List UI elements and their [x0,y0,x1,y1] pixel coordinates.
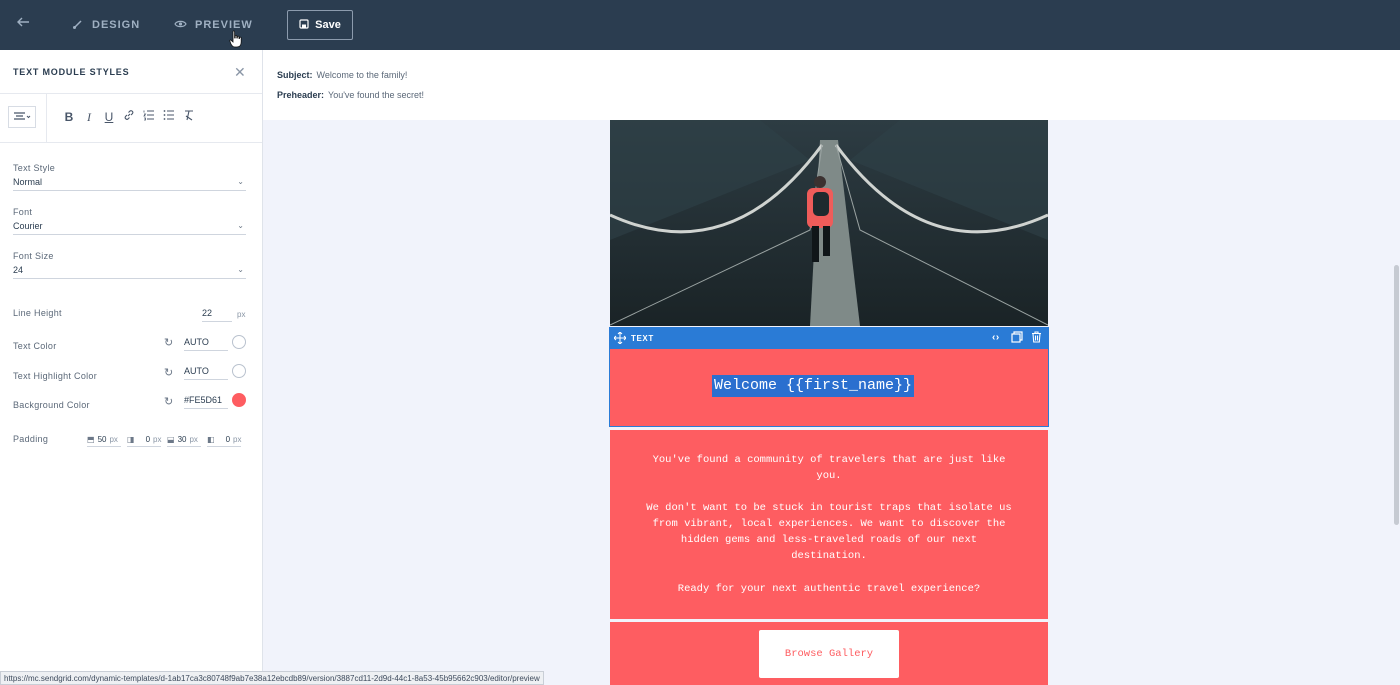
body-paragraph: We don't want to be stuck in tourist tra… [646,502,1012,562]
line-height-label: Line Height [13,308,62,318]
reset-icon[interactable]: ↻ [164,336,173,349]
eye-icon [174,19,187,32]
text-color-swatch[interactable] [232,335,246,349]
padding-left-icon: ◧ [207,435,215,444]
unit: px [153,435,162,444]
font-label: Font [13,207,33,217]
divider [46,94,47,142]
padding-left-input[interactable]: ◧ 0 px [207,433,241,447]
floppy-disk-icon [299,18,309,32]
unit: px [109,435,118,444]
code-icon[interactable]: ‹› [992,332,1000,343]
welcome-heading[interactable]: Welcome {{first_name}} [712,375,915,397]
line-height-input[interactable]: 22 [202,308,232,322]
padding-right-input[interactable]: ◨ 0 px [127,433,161,447]
arrow-left-icon[interactable] [16,14,38,36]
line-height-unit: px [237,310,246,319]
formatting-toolbar: B I U [0,94,262,142]
chevron-down-icon: ⌄ [237,221,244,230]
underline-icon[interactable]: U [101,109,117,125]
link-icon[interactable] [121,109,137,125]
tab-design[interactable]: DESIGN [72,16,140,34]
text-block-toolbar[interactable]: TEXT ‹› [609,327,1049,349]
numbered-list-icon[interactable] [141,109,157,125]
background-color-label: Background Color [13,400,90,410]
subject-label: Subject: [277,70,313,80]
highlight-color-label: Text Highlight Color [13,371,98,381]
text-module-styles-panel: TEXT MODULE STYLES ✕ B I U Text Style No… [0,50,263,685]
email-meta-header: Subject: Welcome to the family! Preheader… [263,50,1400,120]
padding-bottom-input[interactable]: ⬓ 30 px [167,433,201,447]
text-color-input[interactable]: AUTO [184,337,228,351]
panel-title: TEXT MODULE STYLES [13,67,130,77]
italic-icon[interactable]: I [81,109,97,125]
tab-preview-label: PREVIEW [195,19,253,31]
reset-icon[interactable]: ↻ [164,395,173,408]
highlight-color-swatch[interactable] [232,364,246,378]
preheader-value: You've found the secret! [328,90,424,100]
tab-design-label: DESIGN [92,19,141,31]
background-color-input[interactable]: #FE5D61 [184,395,228,409]
email-canvas: TEXT ‹› Welcome {{first_name}} You've fo… [263,120,1400,685]
padding-bottom-value: 30 [177,435,187,444]
padding-top-input[interactable]: ⬒ 50 px [87,433,121,447]
padding-top-icon: ⬒ [87,435,95,444]
background-color-swatch[interactable] [232,393,246,407]
font-value: Courier [13,221,43,231]
font-size-value: 24 [13,265,24,275]
body-paragraph: Ready for your next authentic travel exp… [677,583,981,595]
preheader-label: Preheader: [277,90,325,100]
padding-right-value: 0 [145,435,151,444]
align-dropdown-icon[interactable] [8,106,36,128]
save-button-label: Save [315,19,341,31]
font-size-label: Font Size [13,251,54,261]
highlight-color-input[interactable]: AUTO [184,366,228,380]
padding-right-icon: ◨ [127,435,135,444]
padding-bottom-icon: ⬓ [167,435,175,444]
padding-left-value: 0 [225,435,231,444]
subject-value: Welcome to the family! [316,70,408,80]
body-text-module[interactable]: You've found a community of travelers th… [610,430,1048,619]
unit: px [233,435,242,444]
divider [0,142,262,143]
bulleted-list-icon[interactable] [161,109,177,125]
font-select[interactable]: Courier ⌄ [13,221,246,235]
duplicate-icon[interactable] [1011,331,1023,345]
unit: px [189,435,198,444]
text-style-value: Normal [13,177,43,187]
subject-row: Subject: Welcome to the family! [277,70,407,80]
reset-icon[interactable]: ↻ [164,366,173,379]
scrollbar[interactable] [1394,265,1399,525]
status-url: https://mc.sendgrid.com/dynamic-template… [0,671,544,685]
button-module[interactable]: Browse Gallery [610,622,1048,685]
save-button[interactable]: Save [287,10,353,40]
padding-top-value: 50 [97,435,107,444]
top-bar: DESIGN PREVIEW Save [0,0,1400,50]
bold-icon[interactable]: B [61,109,77,125]
chevron-down-icon: ⌄ [237,265,244,274]
close-icon[interactable]: ✕ [234,64,246,81]
font-size-select[interactable]: 24 ⌄ [13,265,246,279]
brush-icon [72,18,84,33]
trash-icon[interactable] [1031,331,1042,345]
text-color-label: Text Color [13,341,57,351]
text-block-label: TEXT [631,334,654,343]
move-icon[interactable] [613,331,627,346]
preheader-row: Preheader: You've found the secret! [277,90,424,100]
body-paragraph: You've found a community of travelers th… [652,454,1006,482]
text-style-label: Text Style [13,163,56,173]
text-style-select[interactable]: Normal ⌄ [13,177,246,191]
browse-gallery-button[interactable]: Browse Gallery [759,630,899,678]
chevron-down-icon: ⌄ [237,177,244,186]
text-module-selected[interactable]: Welcome {{first_name}} [609,349,1049,427]
padding-label: Padding [13,434,49,444]
hero-image[interactable] [610,120,1048,326]
clear-format-icon[interactable] [181,109,197,125]
